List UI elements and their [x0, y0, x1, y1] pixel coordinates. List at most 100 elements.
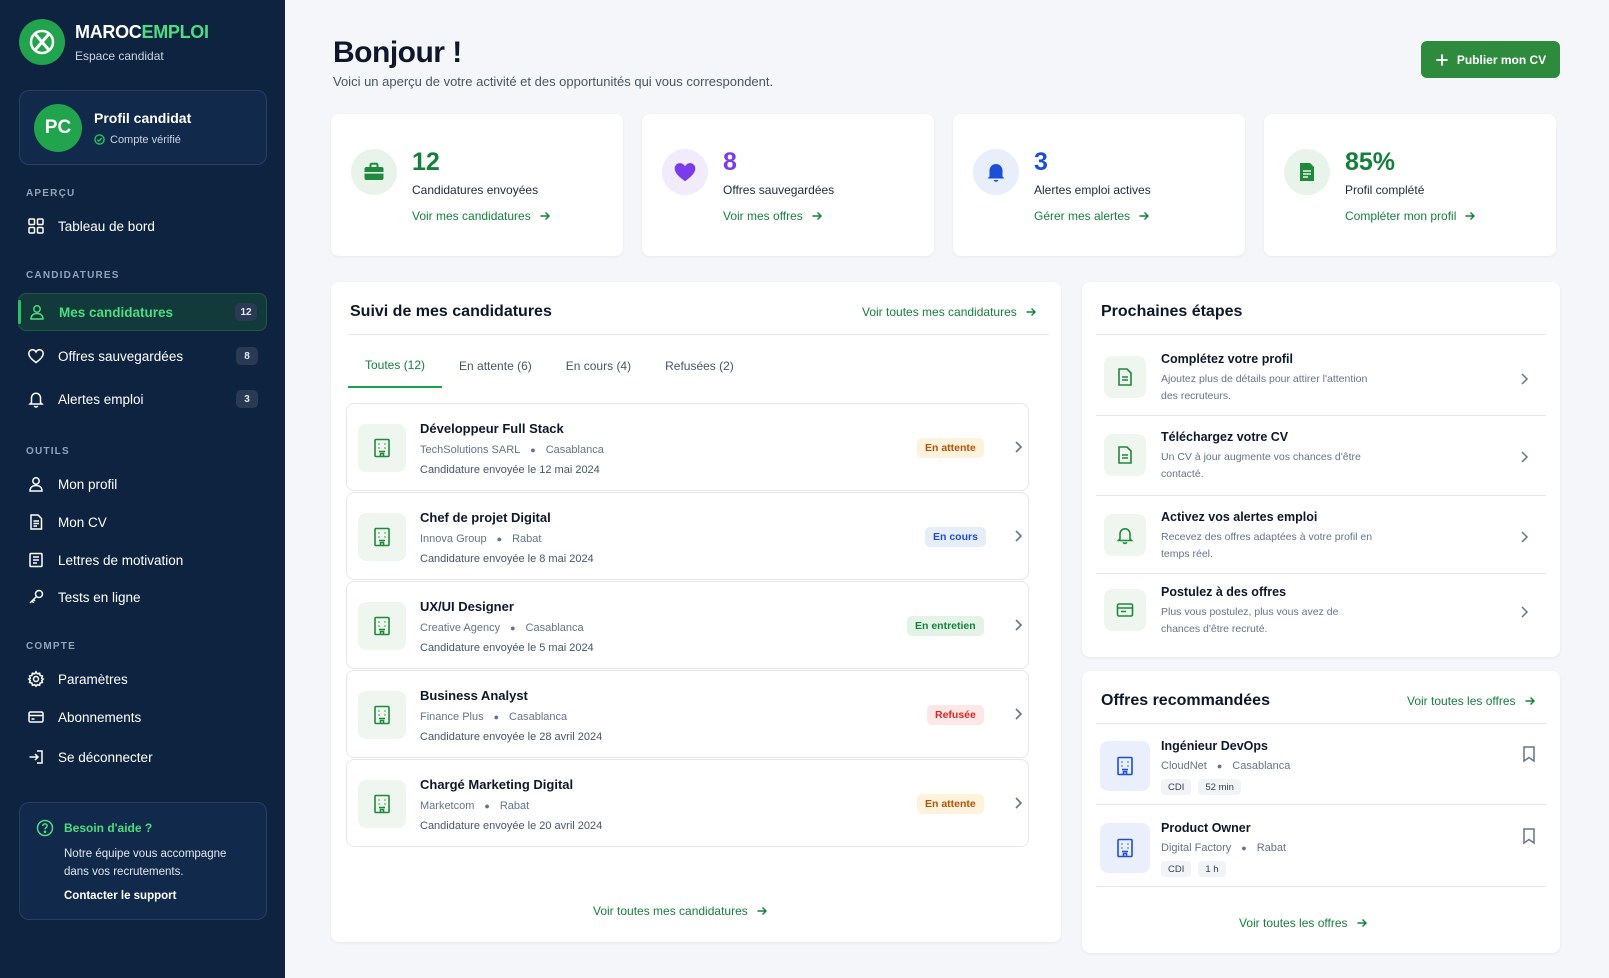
stat-card-profil: 85% Profil complété Compléter mon profil	[1264, 114, 1556, 256]
sidebar-item-tests-en-ligne[interactable]: Tests en ligne	[18, 578, 267, 616]
page-title: Bonjour !	[333, 36, 462, 69]
profile-status: Compte vérifié	[94, 134, 191, 146]
verified-check-icon	[94, 134, 105, 145]
document-icon	[26, 512, 46, 532]
bookmark-icon[interactable]	[1521, 745, 1537, 763]
help-card: Besoin d'aide ? Notre équipe vous accomp…	[19, 802, 267, 920]
stat-label: Offres sauvegardées	[723, 183, 835, 197]
application-date: Candidature envoyée le 20 avril 2024	[420, 820, 603, 832]
step-title: Téléchargez votre CV	[1161, 430, 1289, 444]
chevron-right-icon	[1521, 373, 1529, 385]
stat-card-candidatures: 12 Candidatures envoyées Voir mes candid…	[331, 114, 623, 256]
list-item-offer[interactable]: Ingénieur DevOps CloudNet ● Casablanca CDI…	[1096, 739, 1543, 811]
arrow-right-icon	[1465, 212, 1476, 220]
offer-title: Product Owner	[1161, 821, 1251, 835]
building-icon	[358, 424, 406, 472]
section-compte: COMPTE	[26, 641, 76, 652]
building-icon	[358, 513, 406, 561]
profile-name: Profil candidat	[94, 109, 192, 126]
avatar: PC	[34, 103, 82, 152]
offer-meta: CloudNet ● Casablanca	[1161, 760, 1291, 772]
sidebar-item-parametres[interactable]: Paramètres	[18, 660, 267, 698]
sidebar-item-lettres-motivation[interactable]: Lettres de motivation	[18, 541, 267, 579]
view-candidatures-link[interactable]: Voir mes candidatures	[412, 209, 551, 223]
stat-label: Alertes emploi actives	[1034, 183, 1151, 197]
time-tag: 1 h	[1198, 861, 1226, 877]
next-steps-title: Prochaines étapes	[1101, 303, 1243, 320]
tab-toutes[interactable]: Toutes (12)	[348, 344, 443, 388]
contact-support-link[interactable]: Contacter le support	[64, 890, 250, 902]
contract-tag: CDI	[1161, 779, 1192, 795]
step-title: Complétez votre profil	[1161, 352, 1293, 366]
profile-card[interactable]: PC Profil candidat Compte vérifié	[19, 90, 267, 165]
sidebar-item-alertes-emploi[interactable]: Alertes emploi 3	[18, 380, 267, 418]
step-item-postuler[interactable]: Postulez à des offres Plus vous postulez…	[1096, 585, 1543, 655]
job-meta: TechSolutions SARL ● Casablanca	[420, 444, 604, 456]
arrow-right-icon	[1139, 212, 1150, 220]
section-apercu: APERÇU	[26, 188, 76, 199]
publish-cv-button[interactable]: Publier mon CV	[1421, 41, 1560, 78]
job-meta: Innova Group ● Rabat	[420, 533, 542, 545]
view-all-applications-bottom-link[interactable]: Voir toutes mes candidatures	[593, 904, 768, 918]
application-date: Candidature envoyée le 8 mai 2024	[420, 553, 594, 565]
step-title: Postulez à des offres	[1161, 585, 1287, 599]
document-icon	[1104, 434, 1146, 476]
bell-icon	[26, 389, 46, 409]
card-icon	[26, 707, 46, 727]
divider	[1096, 415, 1546, 416]
table-row[interactable]: Chef de projet Digital Innova Group ● Raba…	[346, 492, 1029, 580]
chevron-right-icon	[1015, 708, 1023, 720]
manage-alertes-link[interactable]: Gérer mes alertes	[1034, 209, 1150, 223]
offres-count-badge: 8	[236, 347, 258, 365]
job-meta: Creative Agency ● Casablanca	[420, 622, 584, 634]
sidebar-item-se-deconnecter[interactable]: Se déconnecter	[18, 738, 267, 776]
view-all-applications-link[interactable]: Voir toutes mes candidatures	[862, 305, 1037, 319]
tab-en-attente[interactable]: En attente (6)	[442, 344, 549, 388]
brand-subtitle: Espace candidat	[75, 48, 164, 63]
building-icon	[358, 780, 406, 828]
status-badge: Refusée	[927, 705, 984, 725]
bookmark-icon[interactable]	[1521, 827, 1537, 845]
application-date: Candidature envoyée le 28 avril 2024	[420, 731, 603, 743]
status-badge: En cours	[925, 527, 986, 547]
tab-refusees[interactable]: Refusées (2)	[648, 344, 751, 388]
building-icon	[1100, 823, 1150, 873]
chevron-right-icon	[1521, 531, 1529, 543]
job-title: Chargé Marketing Digital	[420, 777, 574, 792]
recommended-title: Offres recommandées	[1101, 692, 1270, 709]
sidebar-item-tableau-de-bord[interactable]: Tableau de bord	[18, 207, 267, 245]
stat-value: 12	[412, 148, 440, 176]
application-date: Candidature envoyée le 12 mai 2024	[420, 464, 600, 476]
applications-tabs: Toutes (12) En attente (6) En cours (4) …	[348, 344, 751, 388]
chevron-right-icon	[1015, 530, 1023, 542]
sidebar-item-offres-sauvegardees[interactable]: Offres sauvegardées 8	[18, 337, 267, 375]
sidebar-item-mon-cv[interactable]: Mon CV	[18, 503, 267, 541]
arrow-right-icon	[1026, 308, 1036, 316]
divider	[1096, 573, 1546, 574]
chevron-right-icon	[1521, 606, 1529, 618]
help-title: Besoin d'aide ?	[64, 821, 153, 835]
step-title: Activez vos alertes emploi	[1161, 510, 1318, 524]
complete-profil-link[interactable]: Compléter mon profil	[1345, 209, 1476, 223]
step-item-profil[interactable]: Complétez votre profil Ajoutez plus de d…	[1096, 352, 1543, 422]
brand[interactable]: MAROCEMPLOI Espace candidat	[19, 19, 209, 65]
table-row[interactable]: UX/UI Designer Creative Agency ● Casablanc…	[346, 581, 1029, 669]
table-row[interactable]: Chargé Marketing Digital Marketcom ● Rabat…	[346, 759, 1029, 847]
step-item-alertes[interactable]: Activez vos alertes emploi Recevez des o…	[1096, 510, 1543, 580]
sidebar-item-abonnements[interactable]: Abonnements	[18, 698, 267, 736]
building-icon	[358, 602, 406, 650]
list-item-offer[interactable]: Product Owner Digital Factory ● Rabat CDI …	[1096, 821, 1543, 893]
offer-title: Ingénieur DevOps	[1161, 739, 1268, 753]
view-offres-link[interactable]: Voir mes offres	[723, 209, 823, 223]
sidebar-item-mes-candidatures[interactable]: Mes candidatures 12	[18, 293, 267, 331]
view-all-offers-link[interactable]: Voir toutes les offres	[1407, 694, 1536, 708]
candidatures-count-badge: 12	[235, 303, 257, 321]
table-row[interactable]: Business Analyst Finance Plus ● Casablanca…	[346, 670, 1029, 758]
view-all-offers-bottom-link[interactable]: Voir toutes les offres	[1239, 916, 1368, 930]
step-item-cv[interactable]: Téléchargez votre CV Un CV à jour augmen…	[1096, 430, 1543, 500]
sidebar-item-mon-profil[interactable]: Mon profil	[18, 465, 267, 503]
tab-en-cours[interactable]: En cours (4)	[549, 344, 648, 388]
table-row[interactable]: Développeur Full Stack TechSolutions SAR…	[346, 403, 1029, 491]
bell-filled-icon	[973, 149, 1019, 195]
building-icon	[1100, 741, 1150, 791]
